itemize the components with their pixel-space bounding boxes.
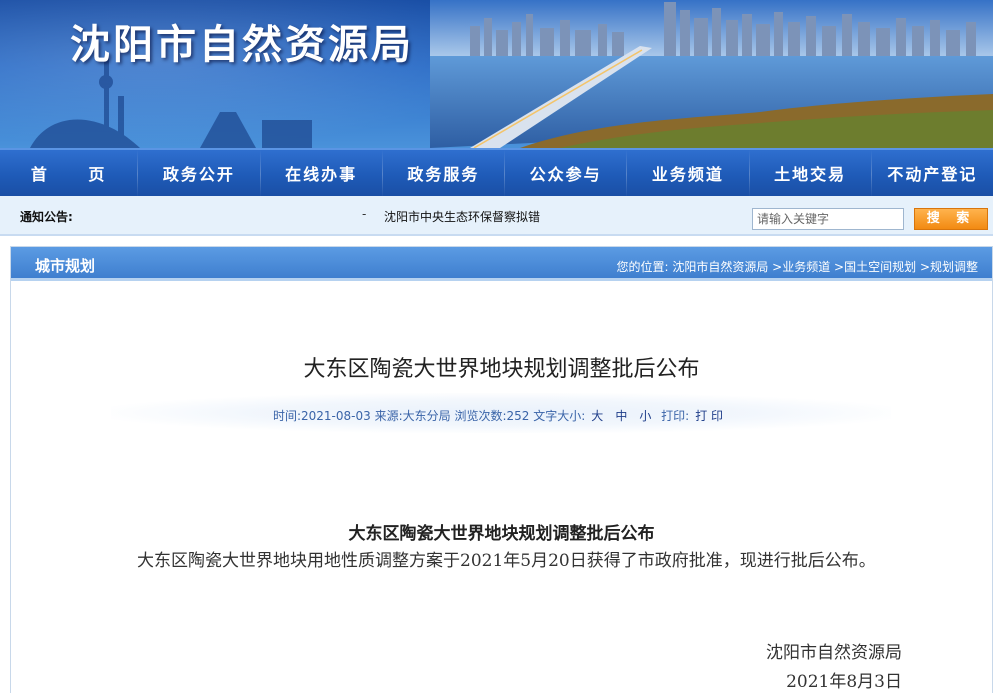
document-heading: 大东区陶瓷大世界地块规划调整批后公布: [348, 524, 655, 544]
site-title: 沈阳市自然资源局: [70, 22, 414, 68]
font-size-small-link[interactable]: 小: [639, 409, 651, 423]
breadcrumb: 您的位置: 沈阳市自然资源局 >业务频道 >国土空间规划 >规划调整: [616, 258, 978, 275]
meta-source: 大东分局: [402, 409, 451, 423]
print-link[interactable]: 打 印: [695, 409, 723, 423]
meta-print-label: 打印:: [661, 409, 690, 423]
meta-font-size-label: 文字大小:: [533, 409, 586, 423]
meta-source-label: 来源:: [374, 409, 403, 423]
nav-item-home[interactable]: 首 页: [0, 150, 137, 196]
article-title: 大东区陶瓷大世界地块规划调整批后公布: [303, 357, 700, 382]
nav-item-public-participation[interactable]: 公众参与: [505, 150, 626, 196]
site-banner: 沈阳市自然资源局: [0, 0, 993, 148]
font-size-medium-link[interactable]: 中: [615, 409, 627, 423]
nav-item-government-affairs[interactable]: 政务公开: [138, 150, 259, 196]
nav-item-online-services[interactable]: 在线办事: [261, 150, 382, 196]
search-input[interactable]: [752, 208, 904, 230]
font-size-large-link[interactable]: 大: [591, 409, 603, 423]
notice-link[interactable]: 沈阳市中央生态环保督察拟错: [384, 208, 540, 225]
search-button[interactable]: 搜 索: [914, 208, 988, 230]
article-meta: 时间:2021-08-03 来源:大东分局 浏览次数:252 文字大小: 大中小 …: [111, 393, 891, 433]
meta-time: 2021-08-03: [301, 409, 371, 423]
notice-label: 通知公告:: [20, 210, 73, 224]
meta-views-label: 浏览次数:: [454, 409, 507, 423]
notice-dash: -: [362, 207, 367, 221]
section-header: 城市规划 您的位置: 沈阳市自然资源局 >业务频道 >国土空间规划 >规划调整: [11, 247, 992, 281]
breadcrumb-item-home[interactable]: 沈阳市自然资源局: [672, 260, 768, 274]
nav-item-business-channel[interactable]: 业务频道: [627, 150, 748, 196]
nav-item-real-estate-registration[interactable]: 不动产登记: [872, 150, 993, 196]
document-body: 大东区陶瓷大世界地块用地性质调整方案于2021年5月20日获得了市政府批准，现进…: [137, 551, 876, 571]
meta-time-label: 时间:: [272, 409, 301, 423]
main-nav: 首 页 政务公开 在线办事 政务服务 公众参与 业务频道 土地交易 不动产登记: [0, 148, 993, 198]
breadcrumb-item-spatial-planning[interactable]: >国土空间规划: [834, 260, 916, 274]
breadcrumb-prefix: 您的位置:: [616, 260, 669, 274]
nav-item-land-trading[interactable]: 土地交易: [750, 150, 871, 196]
section-title: 城市规划: [35, 257, 96, 275]
document-signoff: 沈阳市自然资源局 2021年8月3日: [766, 639, 902, 693]
content-frame: 城市规划 您的位置: 沈阳市自然资源局 >业务频道 >国土空间规划 >规划调整 …: [10, 246, 993, 693]
breadcrumb-item-planning-adjustment[interactable]: >规划调整: [920, 260, 978, 274]
meta-views: 252: [506, 409, 530, 423]
signoff-date: 2021年8月3日: [786, 672, 902, 692]
nav-item-public-services[interactable]: 政务服务: [383, 150, 504, 196]
breadcrumb-item-business-channel[interactable]: >业务频道: [772, 260, 830, 274]
signoff-organization: 沈阳市自然资源局: [766, 643, 902, 663]
